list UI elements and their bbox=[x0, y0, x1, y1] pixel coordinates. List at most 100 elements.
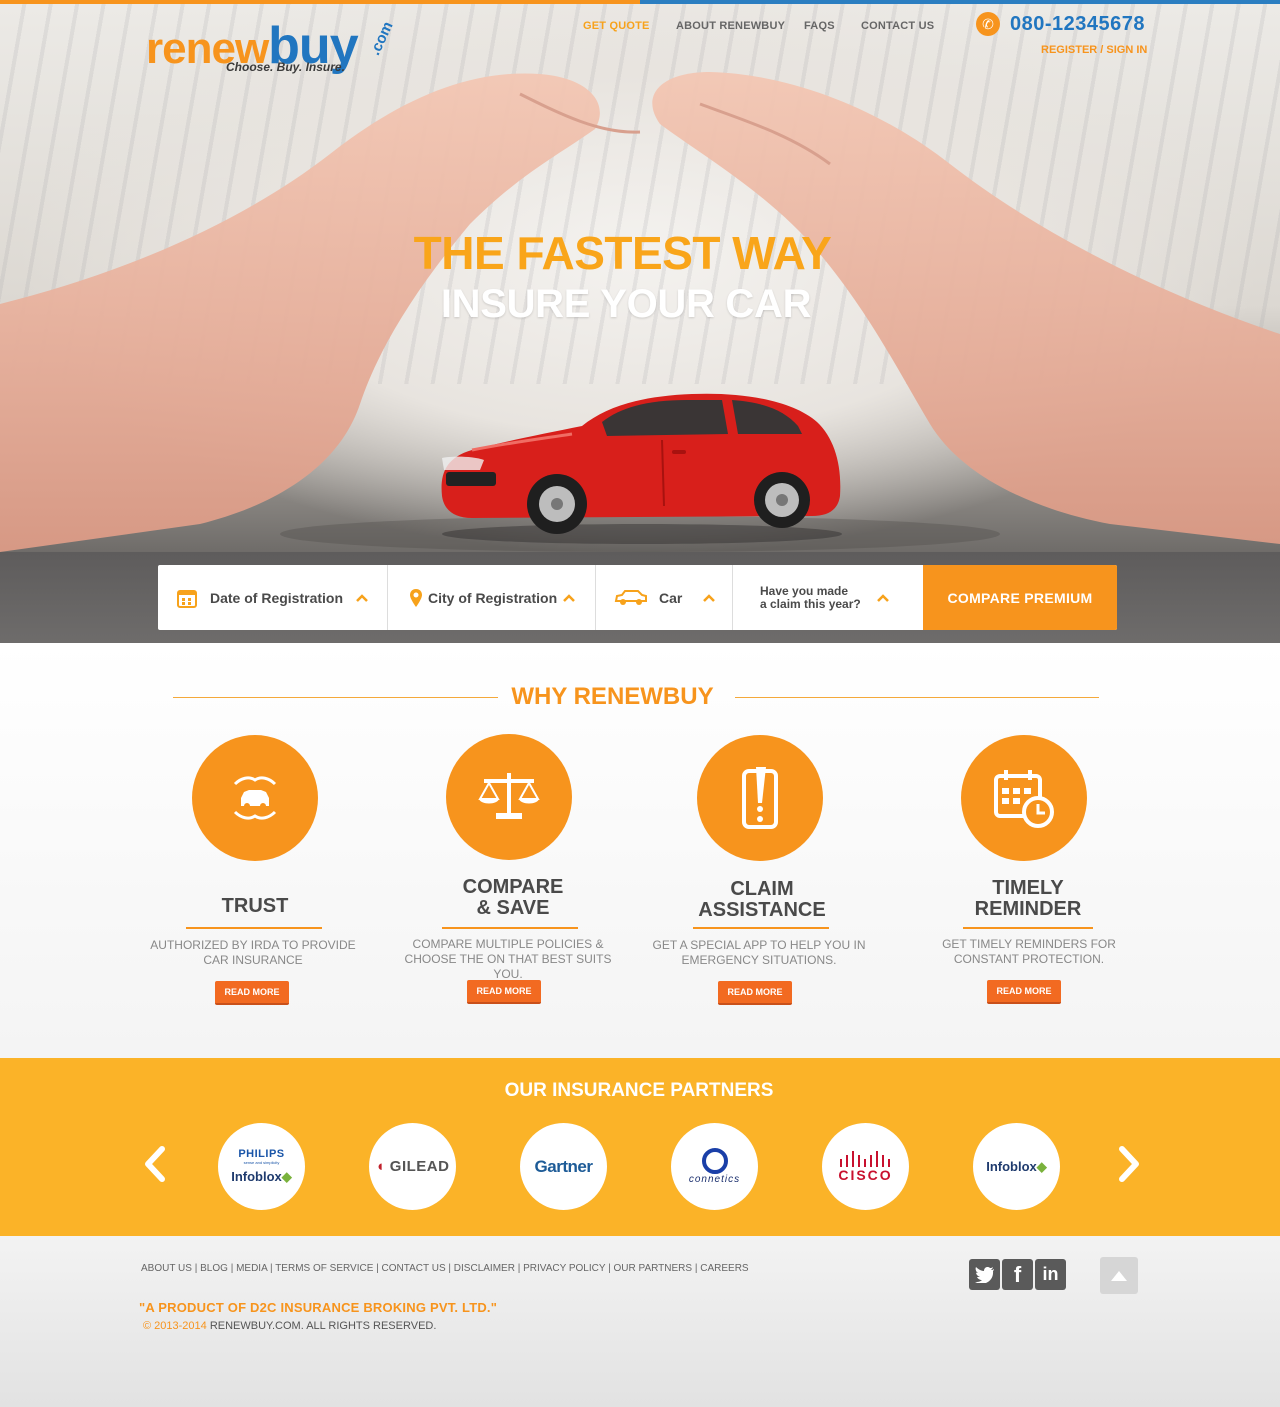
twitter-icon[interactable] bbox=[969, 1259, 1000, 1290]
compare-premium-button[interactable]: COMPARE PREMIUM bbox=[923, 565, 1117, 630]
compare-read-more-button[interactable]: READ MORE bbox=[467, 980, 541, 1004]
footer-link-terms[interactable]: TERMS OF SERVICE bbox=[275, 1263, 373, 1274]
gartner-text: Gartner bbox=[534, 1156, 593, 1176]
copyright-years: © 2013-2014 bbox=[143, 1320, 207, 1332]
partner-logo-gartner[interactable]: Gartner bbox=[520, 1123, 607, 1210]
calendar-icon bbox=[177, 589, 197, 608]
why-renewbuy-title: WHY RENEWBUY bbox=[511, 683, 714, 710]
partner-logo-philips[interactable]: PHILIPS sense and simplicity Infoblox◆ bbox=[218, 1123, 305, 1210]
city-of-registration-select[interactable]: City of Registration bbox=[388, 565, 596, 630]
partner-logo-gilead[interactable]: ◖ GILEAD bbox=[369, 1123, 456, 1210]
claim-question-line1: Have you made bbox=[760, 583, 849, 598]
nav-contact-us[interactable]: CONTACT US bbox=[861, 20, 934, 32]
car-protection-icon bbox=[233, 776, 277, 820]
compare-desc-line2: CHOOSE THE ON THAT BEST SUITS YOU. bbox=[404, 952, 612, 981]
carousel-next-arrow-icon[interactable] bbox=[1116, 1146, 1142, 1182]
feature-underline bbox=[963, 927, 1093, 929]
partner-logo-infoblox[interactable]: Infoblox◆ bbox=[973, 1123, 1060, 1210]
reminder-desc-line1: GET TIMELY REMINDERS FOR bbox=[942, 937, 1116, 951]
footer-link-partners[interactable]: OUR PARTNERS bbox=[614, 1263, 693, 1274]
reminder-desc-line2: CONSTANT PROTECTION. bbox=[953, 952, 1105, 966]
footer-product-line: "A PRODUCT OF D2C INSURANCE BROKING PVT.… bbox=[139, 1300, 498, 1315]
linkedin-icon[interactable]: in bbox=[1035, 1259, 1066, 1290]
arrow-up-icon bbox=[1111, 1270, 1127, 1281]
hero-title: THE FASTEST WAY bbox=[413, 227, 832, 279]
footer-link-media[interactable]: MEDIA bbox=[236, 1263, 267, 1274]
chevron-up-icon bbox=[877, 594, 889, 602]
phone-contact[interactable]: ✆ 080-12345678 bbox=[976, 12, 1145, 36]
philips-tagline: sense and simplicity bbox=[243, 1160, 280, 1165]
nav-get-quote[interactable]: GET QUOTE bbox=[583, 20, 650, 32]
trust-desc-line2: CAR INSURANCE bbox=[203, 953, 303, 967]
chevron-up-icon bbox=[563, 594, 575, 602]
compare-save-title: COMPARE & SAVE bbox=[433, 877, 593, 919]
infoblox-text: Infoblox bbox=[231, 1169, 282, 1184]
phone-number: 080-12345678 bbox=[1010, 12, 1146, 35]
reminder-read-more-button[interactable]: READ MORE bbox=[987, 980, 1061, 1004]
compare-circle bbox=[446, 734, 572, 860]
infoblox-mark-icon: ◆ bbox=[1036, 1158, 1047, 1174]
logo-com: .com bbox=[366, 19, 397, 58]
compare-description: COMPARE MULTIPLE POLICIES & CHOOSE THE O… bbox=[390, 937, 626, 982]
claim-circle bbox=[697, 735, 823, 861]
trust-description: AUTHORIZED BY IRDA TO PROVIDE CAR INSURA… bbox=[143, 938, 363, 968]
logo-tagline: Choose. Buy. Insure. bbox=[226, 60, 345, 74]
partner-logo-cisco[interactable]: CISCO bbox=[822, 1123, 909, 1210]
infoblox-mark-icon: ◆ bbox=[281, 1169, 292, 1184]
quote-form: Date of Registration City of Registratio… bbox=[158, 565, 1117, 630]
phone-alert-icon bbox=[742, 767, 778, 829]
chevron-up-icon bbox=[703, 594, 715, 602]
footer-link-contact-us[interactable]: CONTACT US bbox=[382, 1263, 446, 1274]
footer-link-careers[interactable]: CAREERS bbox=[700, 1263, 748, 1274]
claim-title-line2: ASSISTANCE bbox=[698, 899, 826, 921]
partner-logo-connetics[interactable]: connetics bbox=[671, 1123, 758, 1210]
claim-desc-line2: EMERGENCY SITUATIONS. bbox=[681, 953, 837, 967]
partners-title: OUR INSURANCE PARTNERS bbox=[504, 1080, 774, 1101]
footer-link-blog[interactable]: BLOG bbox=[200, 1263, 228, 1274]
trust-desc-line1: AUTHORIZED BY IRDA TO PROVIDE bbox=[150, 938, 356, 952]
copyright-text: RENEWBUY.COM. ALL RIGHTS RESERVED. bbox=[209, 1320, 437, 1332]
register-sign-in-link[interactable]: REGISTER / SIGN IN bbox=[1041, 44, 1147, 56]
claim-title-line1: CLAIM bbox=[730, 878, 794, 900]
claim-description: GET A SPECIAL APP TO HELP YOU IN EMERGEN… bbox=[646, 938, 872, 968]
footer-link-about-us[interactable]: ABOUT US bbox=[141, 1263, 192, 1274]
car-label: Car bbox=[659, 589, 683, 606]
footer-link-privacy[interactable]: PRIVACY POLICY bbox=[523, 1263, 605, 1274]
reminder-circle bbox=[961, 735, 1087, 861]
carousel-prev-arrow-icon[interactable] bbox=[142, 1146, 168, 1182]
trust-read-more-button[interactable]: READ MORE bbox=[215, 981, 289, 1005]
city-of-registration-label: City of Registration bbox=[428, 589, 558, 606]
claim-assistance-title: CLAIM ASSISTANCE bbox=[682, 879, 842, 921]
location-pin-icon bbox=[410, 588, 422, 607]
gilead-shield-icon: ◖ bbox=[375, 1158, 386, 1175]
phone-icon: ✆ bbox=[976, 12, 1000, 36]
nav-faqs[interactable]: FAQS bbox=[804, 20, 835, 32]
footer-link-disclaimer[interactable]: DISCLAIMER bbox=[454, 1263, 515, 1274]
feature-underline bbox=[186, 927, 322, 929]
car-select[interactable]: Car bbox=[596, 565, 733, 630]
connetics-swirl-icon bbox=[701, 1148, 728, 1174]
nav-about-renewbuy[interactable]: ABOUT RENEWBUY bbox=[676, 20, 785, 32]
compare-title-line1: COMPARE bbox=[462, 876, 564, 898]
gilead-text: GILEAD bbox=[389, 1158, 450, 1175]
claim-question: Have you made a claim this year? bbox=[760, 583, 861, 611]
renewbuy-logo[interactable]: renewbuy .com Choose. Buy. Insure. bbox=[146, 16, 397, 76]
date-of-registration-select[interactable]: Date of Registration bbox=[158, 565, 388, 630]
claim-this-year-select[interactable]: Have you made a claim this year? bbox=[733, 565, 923, 630]
reminder-description: GET TIMELY REMINDERS FOR CONSTANT PROTEC… bbox=[929, 937, 1129, 967]
cisco-bars-icon bbox=[839, 1150, 890, 1167]
infoblox-logo: Infoblox◆ bbox=[231, 1169, 292, 1185]
calendar-clock-icon bbox=[994, 770, 1054, 828]
chevron-up-icon bbox=[356, 594, 368, 602]
gilead-logo: ◖ GILEAD bbox=[376, 1158, 450, 1175]
hero-subtitle: INSURE YOUR CAR bbox=[440, 282, 812, 326]
claim-question-line2: a claim this year? bbox=[760, 596, 861, 611]
back-to-top-button[interactable] bbox=[1100, 1257, 1138, 1294]
scale-icon bbox=[478, 773, 540, 819]
claim-read-more-button[interactable]: READ MORE bbox=[718, 981, 792, 1005]
footer-copyright: © 2013-2014 RENEWBUY.COM. ALL RIGHTS RES… bbox=[143, 1320, 436, 1332]
facebook-icon[interactable]: f bbox=[1002, 1259, 1033, 1290]
red-car-image bbox=[441, 393, 842, 544]
reminder-title-line2: REMINDER bbox=[974, 898, 1082, 920]
compare-desc-line1: COMPARE MULTIPLE POLICIES & bbox=[412, 937, 604, 951]
